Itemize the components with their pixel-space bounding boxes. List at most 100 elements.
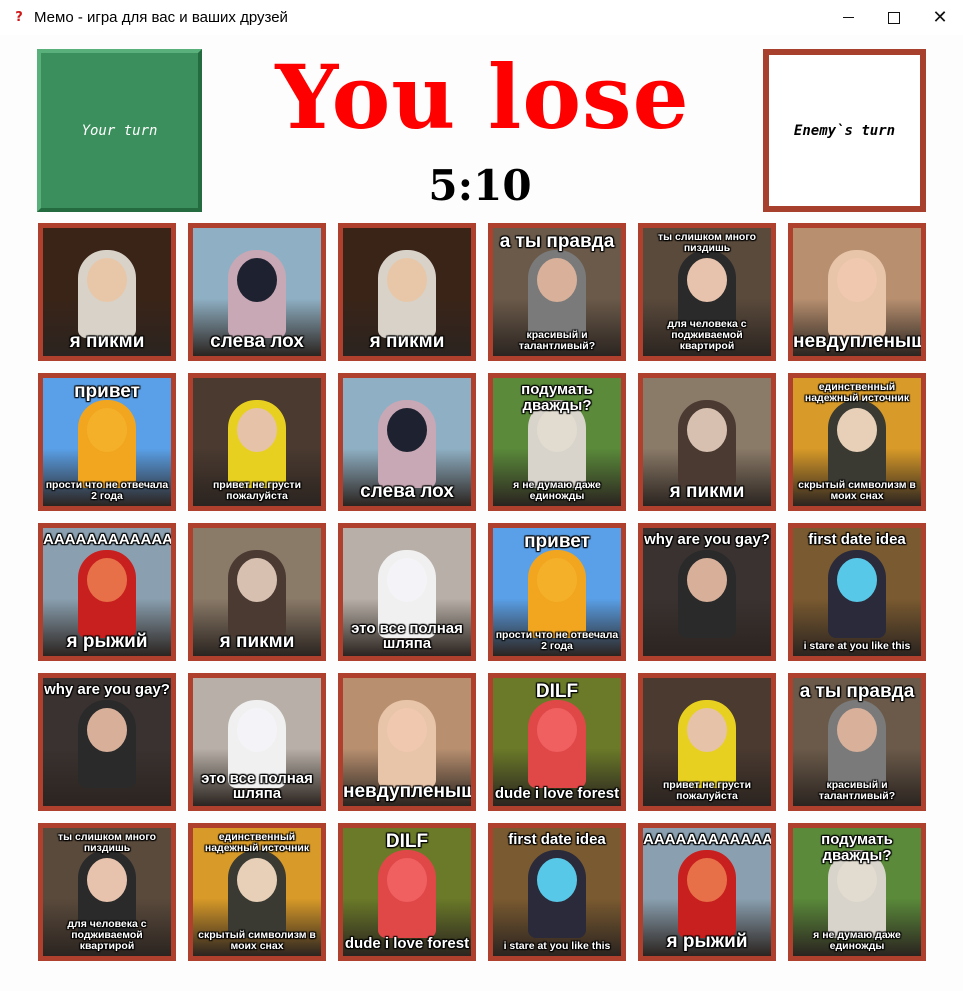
card-face <box>87 258 127 302</box>
card-face <box>537 708 577 752</box>
card-caption-top: ААААААААААААААААА <box>43 531 173 548</box>
card-face <box>837 708 877 752</box>
card-caption-top: DILF <box>535 681 579 702</box>
card-face <box>687 858 727 902</box>
card-face <box>687 408 727 452</box>
card-caption-top: ты слишком много пиздишь <box>58 831 156 855</box>
card-face <box>837 408 877 452</box>
card-face <box>837 558 877 602</box>
card-caption-bottom: я пикми <box>69 331 145 353</box>
memory-card[interactable]: единственный надежный источник скрытый си… <box>188 823 326 961</box>
memory-card[interactable]: слева лох <box>188 223 326 361</box>
card-face <box>837 258 877 302</box>
your-turn-indicator: Your turn <box>37 49 202 212</box>
card-caption-bottom: dude i love forest <box>344 935 470 953</box>
card-face <box>237 558 277 602</box>
memory-card[interactable]: это все полная шляпа <box>338 523 476 661</box>
card-caption-bottom: это все полная шляпа <box>201 769 313 803</box>
card-face <box>387 558 427 602</box>
memory-card[interactable]: привет не грусти пожалуйста <box>638 673 776 811</box>
memory-card[interactable]: единственный надежный источник скрытый си… <box>788 373 926 511</box>
memory-card[interactable]: я пикми <box>188 523 326 661</box>
memory-card[interactable]: first date idea i stare at you like this <box>488 823 626 961</box>
card-caption-top: подумать дважды? <box>521 381 593 414</box>
card-face <box>237 708 277 752</box>
card-face <box>837 858 877 902</box>
minimize-icon[interactable] <box>825 0 871 35</box>
card-face <box>387 858 427 902</box>
card-caption-bottom: прости что не отвечала 2 года <box>495 628 619 652</box>
title-bar: ? Мемо - игра для вас и ваших друзей ✕ <box>0 0 963 35</box>
card-face <box>687 558 727 602</box>
card-caption-bottom: я не думаю даже единожды <box>513 478 601 502</box>
card-caption-top: first date idea <box>808 531 906 548</box>
card-caption-bottom: я пикми <box>219 631 295 653</box>
question-mark-icon: ? <box>15 9 23 25</box>
card-face <box>537 408 577 452</box>
memory-card[interactable]: я пикми <box>38 223 176 361</box>
card-face <box>387 708 427 752</box>
card-face <box>537 258 577 302</box>
card-face <box>237 858 277 902</box>
card-caption-bottom: это все полная шляпа <box>351 619 463 653</box>
card-caption-bottom: слева лох <box>210 331 304 353</box>
memory-card[interactable]: слева лох <box>338 373 476 511</box>
card-caption-bottom: я рыжий <box>66 631 148 653</box>
memory-card[interactable]: а ты правда красивый и талантливый? <box>788 673 926 811</box>
card-face <box>87 558 127 602</box>
memory-card[interactable]: DILF dude i love forest <box>338 823 476 961</box>
memory-card[interactable]: привет не грусти пожалуйста <box>188 373 326 511</box>
card-caption-top: ААААААААААААААААА <box>643 831 773 848</box>
card-caption-top: привет <box>524 531 590 552</box>
card-face <box>537 558 577 602</box>
card-face <box>387 258 427 302</box>
memory-card[interactable]: ААААААААААААААААА я рыжий <box>638 823 776 961</box>
memory-card[interactable]: ты слишком много пиздишь для человека с п… <box>638 223 776 361</box>
card-face <box>87 408 127 452</box>
card-caption-top: подумать дважды? <box>821 831 893 864</box>
card-caption-bottom: невдупленыш <box>343 781 476 803</box>
card-caption-bottom: скрытый символизм в моих снах <box>198 928 316 952</box>
card-caption-bottom: для человека с подживаемой квартирой <box>67 917 147 952</box>
memory-card[interactable]: привет прости что не отвечала 2 года <box>488 523 626 661</box>
memory-card[interactable]: DILF dude i love forest <box>488 673 626 811</box>
card-caption-top: first date idea <box>508 831 606 848</box>
memory-card[interactable]: а ты правда красивый и талантливый? <box>488 223 626 361</box>
memory-card[interactable]: first date idea i stare at you like this <box>788 523 926 661</box>
card-caption-bottom: dude i love forest <box>494 785 620 803</box>
game-area: Your turn You lose 5:10 Enemy`s turn я п… <box>0 35 963 991</box>
window-controls: ✕ <box>825 0 963 35</box>
card-caption-top: единственный надежный источник <box>804 381 910 405</box>
card-caption-top: единственный надежный источник <box>204 831 310 855</box>
card-face <box>387 408 427 452</box>
card-face <box>687 708 727 752</box>
memory-card[interactable]: невдупленыш <box>338 673 476 811</box>
memory-card[interactable]: невдупленыш <box>788 223 926 361</box>
memory-card[interactable]: подумать дважды? я не думаю даже единожды <box>488 373 626 511</box>
card-caption-top: привет <box>74 381 140 402</box>
memory-card[interactable]: это все полная шляпа <box>188 673 326 811</box>
card-caption-bottom: привет не грусти пожалуйста <box>212 478 302 502</box>
window-title: Мемо - игра для вас и ваших друзей <box>34 9 288 26</box>
card-caption-bottom: я не думаю даже единожды <box>813 928 901 952</box>
card-caption-bottom: i stare at you like this <box>503 939 611 952</box>
memory-card[interactable]: why are you gay? <box>38 673 176 811</box>
memory-card[interactable]: why are you gay? <box>638 523 776 661</box>
card-caption-top: why are you gay? <box>44 681 170 698</box>
memory-card[interactable]: подумать дважды? я не думаю даже единожды <box>788 823 926 961</box>
card-caption-bottom: красивый и талантливый? <box>818 778 896 802</box>
memory-card[interactable]: я пикми <box>338 223 476 361</box>
memory-card[interactable]: ты слишком много пиздишь для человека с п… <box>38 823 176 961</box>
card-caption-bottom: прости что не отвечала 2 года <box>45 478 169 502</box>
memory-card[interactable]: я пикми <box>638 373 776 511</box>
card-face <box>237 408 277 452</box>
card-caption-bottom: i stare at you like this <box>803 639 911 652</box>
card-face <box>537 858 577 902</box>
memory-card[interactable]: привет прости что не отвечала 2 года <box>38 373 176 511</box>
maximize-icon[interactable] <box>871 0 917 35</box>
card-caption-bottom: я пикми <box>669 481 745 503</box>
game-result-title: You lose <box>275 45 690 149</box>
close-icon[interactable]: ✕ <box>917 0 963 35</box>
card-caption-bottom: слева лох <box>360 481 454 503</box>
memory-card[interactable]: ААААААААААААААААА я рыжий <box>38 523 176 661</box>
